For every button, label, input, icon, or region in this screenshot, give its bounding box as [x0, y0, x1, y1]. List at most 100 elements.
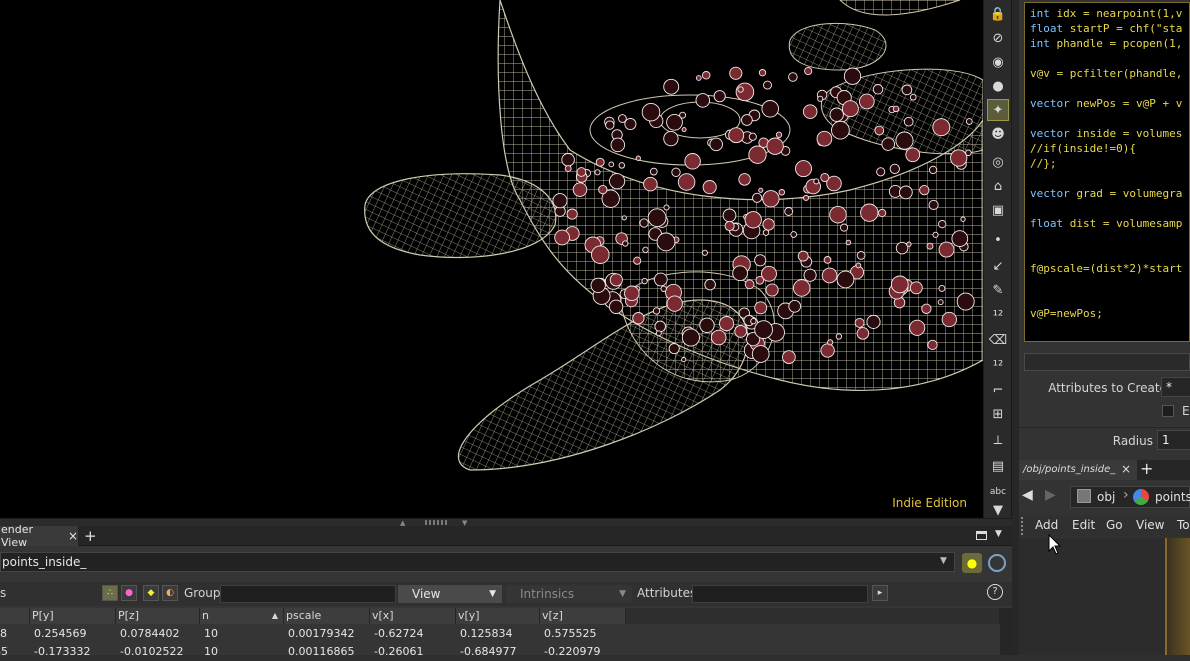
code-text: startP = chf("sta	[1063, 22, 1183, 35]
number-12b-icon[interactable]: ¹²	[988, 356, 1008, 376]
column-header[interactable]: v[y]	[456, 608, 540, 624]
detail-class-icon[interactable]: ◐	[162, 585, 178, 601]
particle-sphere	[709, 137, 723, 152]
node-path-field[interactable]: points_inside_	[0, 552, 955, 572]
pane-splitter-horizontal[interactable]: ▲ ▼	[0, 518, 1012, 527]
table-cell: 0.254569	[34, 627, 87, 640]
axis-icon[interactable]: ⟂	[988, 430, 1008, 450]
pen-icon[interactable]: ✎	[988, 280, 1008, 300]
column-header[interactable]: v[z]	[540, 608, 626, 624]
particle-sphere	[856, 327, 870, 340]
particle-sphere	[905, 147, 921, 163]
lock-icon[interactable]: 🔒	[988, 4, 1008, 24]
enforce-checkbox[interactable]	[1162, 405, 1174, 417]
intrinsics-button[interactable]: Intrinsics ▼	[506, 585, 632, 603]
vertex-class-icon[interactable]: ●	[121, 585, 137, 601]
display-options-icon[interactable]: ◎	[988, 152, 1008, 172]
particle-sphere	[624, 117, 637, 131]
breadcrumb-node[interactable]: points_	[1155, 490, 1190, 504]
light-icon[interactable]: ◉	[988, 52, 1008, 72]
primitive-class-icon[interactable]: ◆	[143, 585, 159, 601]
column-header[interactable]: P[y]	[30, 608, 116, 624]
particle-sphere	[719, 316, 735, 332]
bulb-icon[interactable]: ●	[988, 76, 1008, 96]
points-class-icon[interactable]: ∴	[102, 585, 118, 601]
attributes-to-create-field[interactable]: *	[1161, 377, 1190, 397]
pin-node-icon[interactable]: ●	[962, 553, 982, 573]
arrow-down-icon[interactable]: ▼	[988, 500, 1008, 520]
paint-icon[interactable]: ⌫	[988, 330, 1008, 350]
close-icon[interactable]: ×	[68, 529, 78, 543]
back-arrow-icon[interactable]: ◀	[1022, 487, 1033, 503]
particle-sphere	[928, 199, 939, 210]
scene-viewport[interactable]: Indie Edition	[0, 0, 983, 518]
network-view[interactable]	[1019, 538, 1190, 655]
corner-icon[interactable]: ⌐	[988, 380, 1008, 400]
maximize-icon[interactable]	[976, 531, 987, 540]
tab-network-path[interactable]: /obj/points_inside_ ×	[1019, 460, 1137, 480]
particle-sphere	[609, 173, 626, 190]
code-type-keyword: vector	[1030, 97, 1070, 110]
frame-icon[interactable]: ▤	[988, 456, 1008, 476]
particle-sphere	[590, 277, 606, 294]
text-abc-icon[interactable]: abc	[988, 482, 1008, 502]
grid-select-icon[interactable]: ⊞	[988, 404, 1008, 424]
tab-render-view[interactable]: ender View ×	[0, 523, 78, 549]
particle-sphere	[928, 165, 938, 175]
particle-sphere	[728, 127, 745, 144]
particle-sphere	[899, 185, 913, 200]
sort-ascending-icon: ▲	[271, 611, 278, 620]
particle-sphere	[892, 105, 900, 113]
particle-sphere	[854, 317, 865, 328]
path-dropdown-icon[interactable]: ▼	[940, 556, 947, 566]
pane-splitter-vertical[interactable]	[1011, 0, 1019, 655]
splitter-grip[interactable]	[425, 520, 447, 525]
normal-icon[interactable]: ↙	[988, 256, 1008, 276]
camera-light-icon[interactable]: ✦	[987, 99, 1009, 121]
table-scrollbar[interactable]	[1000, 608, 1012, 655]
particle-sphere	[741, 114, 753, 126]
attributes-label: Attributes:	[637, 586, 701, 600]
radius-field[interactable]: 1	[1157, 430, 1190, 450]
column-header[interactable]: pscale	[284, 608, 370, 624]
particle-sphere	[594, 169, 601, 176]
add-tab-button[interactable]: +	[84, 526, 98, 546]
add-tab-button[interactable]: +	[1140, 459, 1153, 478]
particle-sphere	[564, 165, 572, 173]
particle-sphere	[919, 184, 930, 196]
link-icon[interactable]	[988, 554, 1006, 572]
menu-view[interactable]: View	[1136, 518, 1164, 532]
ghost-icon[interactable]: ⌂	[988, 176, 1008, 196]
particle-sphere	[610, 137, 626, 153]
column-header[interactable]: v[x]	[370, 608, 456, 624]
snapshot-icon[interactable]: ▣	[988, 200, 1008, 220]
particle-sphere	[744, 211, 762, 229]
menu-tools[interactable]: To	[1177, 518, 1190, 532]
pin-icon[interactable]: ⊘	[988, 28, 1008, 48]
help-icon[interactable]: ?	[987, 584, 1003, 600]
breadcrumb-obj[interactable]: obj	[1097, 490, 1115, 504]
menu-edit[interactable]: Edit	[1072, 518, 1095, 532]
pane-menu-icon[interactable]: ▼	[995, 529, 1002, 539]
column-header[interactable]	[0, 608, 30, 624]
attributes-field[interactable]	[692, 585, 868, 603]
close-icon[interactable]: ×	[1121, 462, 1131, 476]
number-12-icon[interactable]: ¹²	[988, 306, 1008, 326]
particle-sphere	[671, 167, 681, 177]
particle-sphere	[666, 113, 683, 131]
menu-add[interactable]: Add	[1035, 518, 1058, 532]
forward-arrow-icon[interactable]: ▶	[1045, 487, 1056, 503]
menu-go[interactable]: Go	[1106, 518, 1123, 532]
code-secondary-field[interactable]	[1024, 353, 1190, 371]
table-row[interactable]: 8 0.254569 0.0784402 10 0.00179342 -0.62…	[0, 625, 1000, 643]
group-field[interactable]	[220, 585, 396, 603]
column-header[interactable]: n ▲	[200, 608, 284, 624]
point-icon[interactable]: •	[988, 230, 1008, 250]
table-row[interactable]: 85 -0.173332 -0.0102522 10 0.00116865 -0…	[0, 643, 1000, 661]
head-light-icon[interactable]: ☻	[988, 124, 1008, 144]
view-button[interactable]: View ▼	[398, 585, 502, 603]
vex-code-editor[interactable]: int idx = nearpoint(1,v float startP = ch…	[1024, 2, 1190, 342]
particle-sphere	[881, 137, 895, 151]
attribute-menu-icon[interactable]: ▸	[872, 585, 888, 601]
column-header[interactable]: P[z]	[116, 608, 200, 624]
